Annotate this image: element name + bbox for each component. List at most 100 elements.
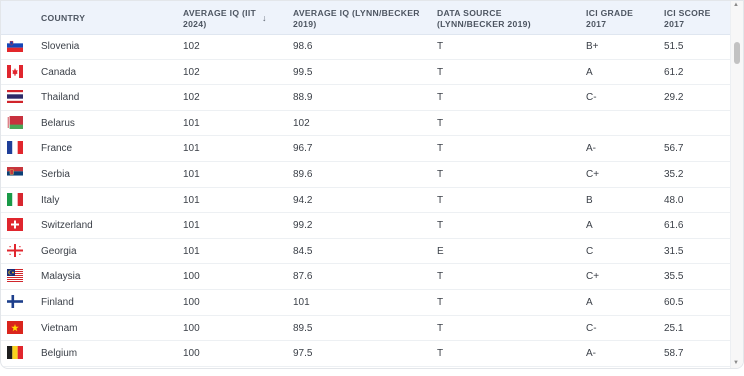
cell-iq-iit: 102 (183, 66, 200, 78)
cell-source: T (437, 348, 444, 360)
table-row[interactable]: Serbia 101 89.6 T C+ 35.2 (1, 162, 731, 188)
column-header-ici-grade-line2: 2017 (586, 19, 607, 29)
cell-iq-lynn: 96.7 (293, 143, 313, 155)
cell-score: 58.7 (664, 348, 684, 360)
cell-country: Italy (41, 194, 60, 206)
cell-source: T (437, 92, 444, 104)
column-header-avg-iq-iit-line2: 2024) (183, 19, 207, 29)
vertical-scrollbar[interactable]: ▲ ▼ (730, 1, 743, 368)
canada-flag-icon (7, 64, 23, 78)
cell-iq-iit: 100 (183, 348, 200, 360)
georgia-flag-icon (7, 243, 23, 257)
cell-iq-iit: 101 (183, 245, 200, 257)
column-header-avg-iq-iit-line1: AVERAGE IQ (IIT (183, 8, 257, 18)
table-row[interactable]: Switzerland 101 99.2 T A 61.6 (1, 213, 731, 239)
cell-iq-iit: 101 (183, 168, 200, 180)
table-body: Slovenia 102 98.6 T B+ 51.5 Canada 102 99.5 T A 61.… (1, 34, 731, 368)
cell-score: 25.1 (664, 322, 684, 334)
table-row[interactable]: Vietnam 100 89.5 T C- 25.1 (1, 316, 731, 342)
cell-iq-lynn: 94.2 (293, 194, 313, 206)
table-row[interactable]: Greece10090.8TB-40.1 (1, 367, 731, 368)
cell-score: 29.2 (664, 92, 684, 104)
cell-score: 61.2 (664, 66, 684, 78)
cell-country: Vietnam (41, 322, 78, 334)
cell-source: T (437, 117, 444, 129)
cell-source: T (437, 168, 444, 180)
cell-iq-lynn: 87.6 (293, 271, 313, 283)
cell-country: Belarus (41, 117, 75, 129)
cell-grade: A (586, 296, 593, 308)
column-header-ici-score-line1: ICI SCORE (664, 8, 711, 18)
table-row[interactable]: Belgium 100 97.5 T A- 58.7 (1, 341, 731, 367)
vietnam-flag-icon (7, 320, 23, 334)
cell-iq-lynn: 84.5 (293, 245, 313, 257)
cell-iq-iit: 102 (183, 41, 200, 52)
column-header-avg-iq-lynn[interactable]: AVERAGE IQ (LYNN/BECKER 2019) (293, 8, 420, 30)
cell-iq-iit: 100 (183, 271, 200, 283)
column-header-data-source-line1: DATA SOURCE (437, 8, 502, 18)
cell-score: 51.5 (664, 41, 684, 52)
table-header: COUNTRY AVERAGE IQ (IIT 2024) ↓ AVERAGE … (1, 1, 731, 35)
table-row[interactable]: Belarus 101 102 T (1, 111, 731, 137)
thailand-flag-icon (7, 90, 23, 104)
slovenia-flag-icon (7, 39, 23, 52)
malaysia-flag-icon (7, 269, 23, 283)
cell-source: T (437, 66, 444, 78)
cell-iq-lynn: 89.5 (293, 322, 313, 334)
cell-source: T (437, 194, 444, 206)
column-header-avg-iq-iit[interactable]: AVERAGE IQ (IIT 2024) (183, 8, 256, 30)
sort-descending-icon[interactable]: ↓ (262, 13, 267, 23)
cell-score: 35.5 (664, 271, 684, 283)
cell-country: Slovenia (41, 41, 80, 52)
cell-source: T (437, 143, 444, 155)
cell-source: T (437, 41, 444, 52)
table-row[interactable]: Italy 101 94.2 T B 48.0 (1, 188, 731, 214)
cell-grade: B (586, 194, 593, 206)
cell-country: France (41, 143, 73, 155)
cell-grade: C+ (586, 168, 600, 180)
cell-grade: C+ (586, 271, 600, 283)
cell-iq-lynn: 102 (293, 117, 310, 129)
cell-country: Finland (41, 296, 74, 308)
cell-iq-lynn: 88.9 (293, 92, 313, 104)
cell-source: E (437, 245, 444, 257)
table-row[interactable]: Finland 100 101 T A 60.5 (1, 290, 731, 316)
scrollbar-thumb[interactable] (734, 42, 740, 64)
scroll-up-arrow-icon[interactable]: ▲ (733, 2, 739, 8)
cell-iq-lynn: 101 (293, 296, 310, 308)
table-row[interactable]: Canada 102 99.5 T A 61.2 (1, 60, 731, 86)
column-header-avg-iq-lynn-line2: 2019) (293, 19, 317, 29)
column-header-avg-iq-lynn-line1: AVERAGE IQ (LYNN/BECKER (293, 8, 420, 18)
table-row[interactable]: Thailand 102 88.9 T C- 29.2 (1, 85, 731, 111)
cell-score: 48.0 (664, 194, 684, 206)
cell-score: 31.5 (664, 245, 684, 257)
cell-iq-lynn: 89.6 (293, 168, 313, 180)
france-flag-icon (7, 141, 23, 155)
cell-country: Thailand (41, 92, 80, 104)
cell-country: Belgium (41, 348, 78, 360)
table-row[interactable]: Malaysia 100 87.6 T C+ 35.5 (1, 264, 731, 290)
column-header-data-source[interactable]: DATA SOURCE (LYNN/BECKER 2019) (437, 8, 531, 30)
cell-score: 56.7 (664, 143, 684, 155)
column-header-ici-score[interactable]: ICI SCORE 2017 (664, 8, 711, 30)
table-row[interactable]: France 101 96.7 T A- 56.7 (1, 136, 731, 162)
cell-source: T (437, 322, 444, 334)
column-header-country-label: COUNTRY (41, 13, 86, 23)
cell-source: T (437, 220, 444, 232)
cell-score: 61.6 (664, 220, 684, 232)
table-row[interactable]: Georgia 101 84.5 E C 31.5 (1, 239, 731, 265)
cell-grade: C- (586, 92, 597, 104)
cell-iq-iit: 100 (183, 296, 200, 308)
cell-grade: A (586, 66, 593, 78)
column-header-ici-grade[interactable]: ICI GRADE 2017 (586, 8, 633, 30)
belarus-flag-icon (7, 115, 23, 129)
cell-iq-iit: 100 (183, 322, 200, 334)
column-header-ici-score-line2: 2017 (664, 19, 685, 29)
table-row[interactable]: Slovenia 102 98.6 T B+ 51.5 (1, 34, 731, 60)
cell-country: Serbia (41, 168, 70, 180)
scroll-down-arrow-icon[interactable]: ▼ (733, 360, 739, 366)
column-header-country[interactable]: COUNTRY (41, 13, 85, 24)
serbia-flag-icon (7, 166, 23, 180)
column-header-data-source-line2: (LYNN/BECKER 2019) (437, 19, 531, 29)
cell-iq-iit: 101 (183, 143, 200, 155)
